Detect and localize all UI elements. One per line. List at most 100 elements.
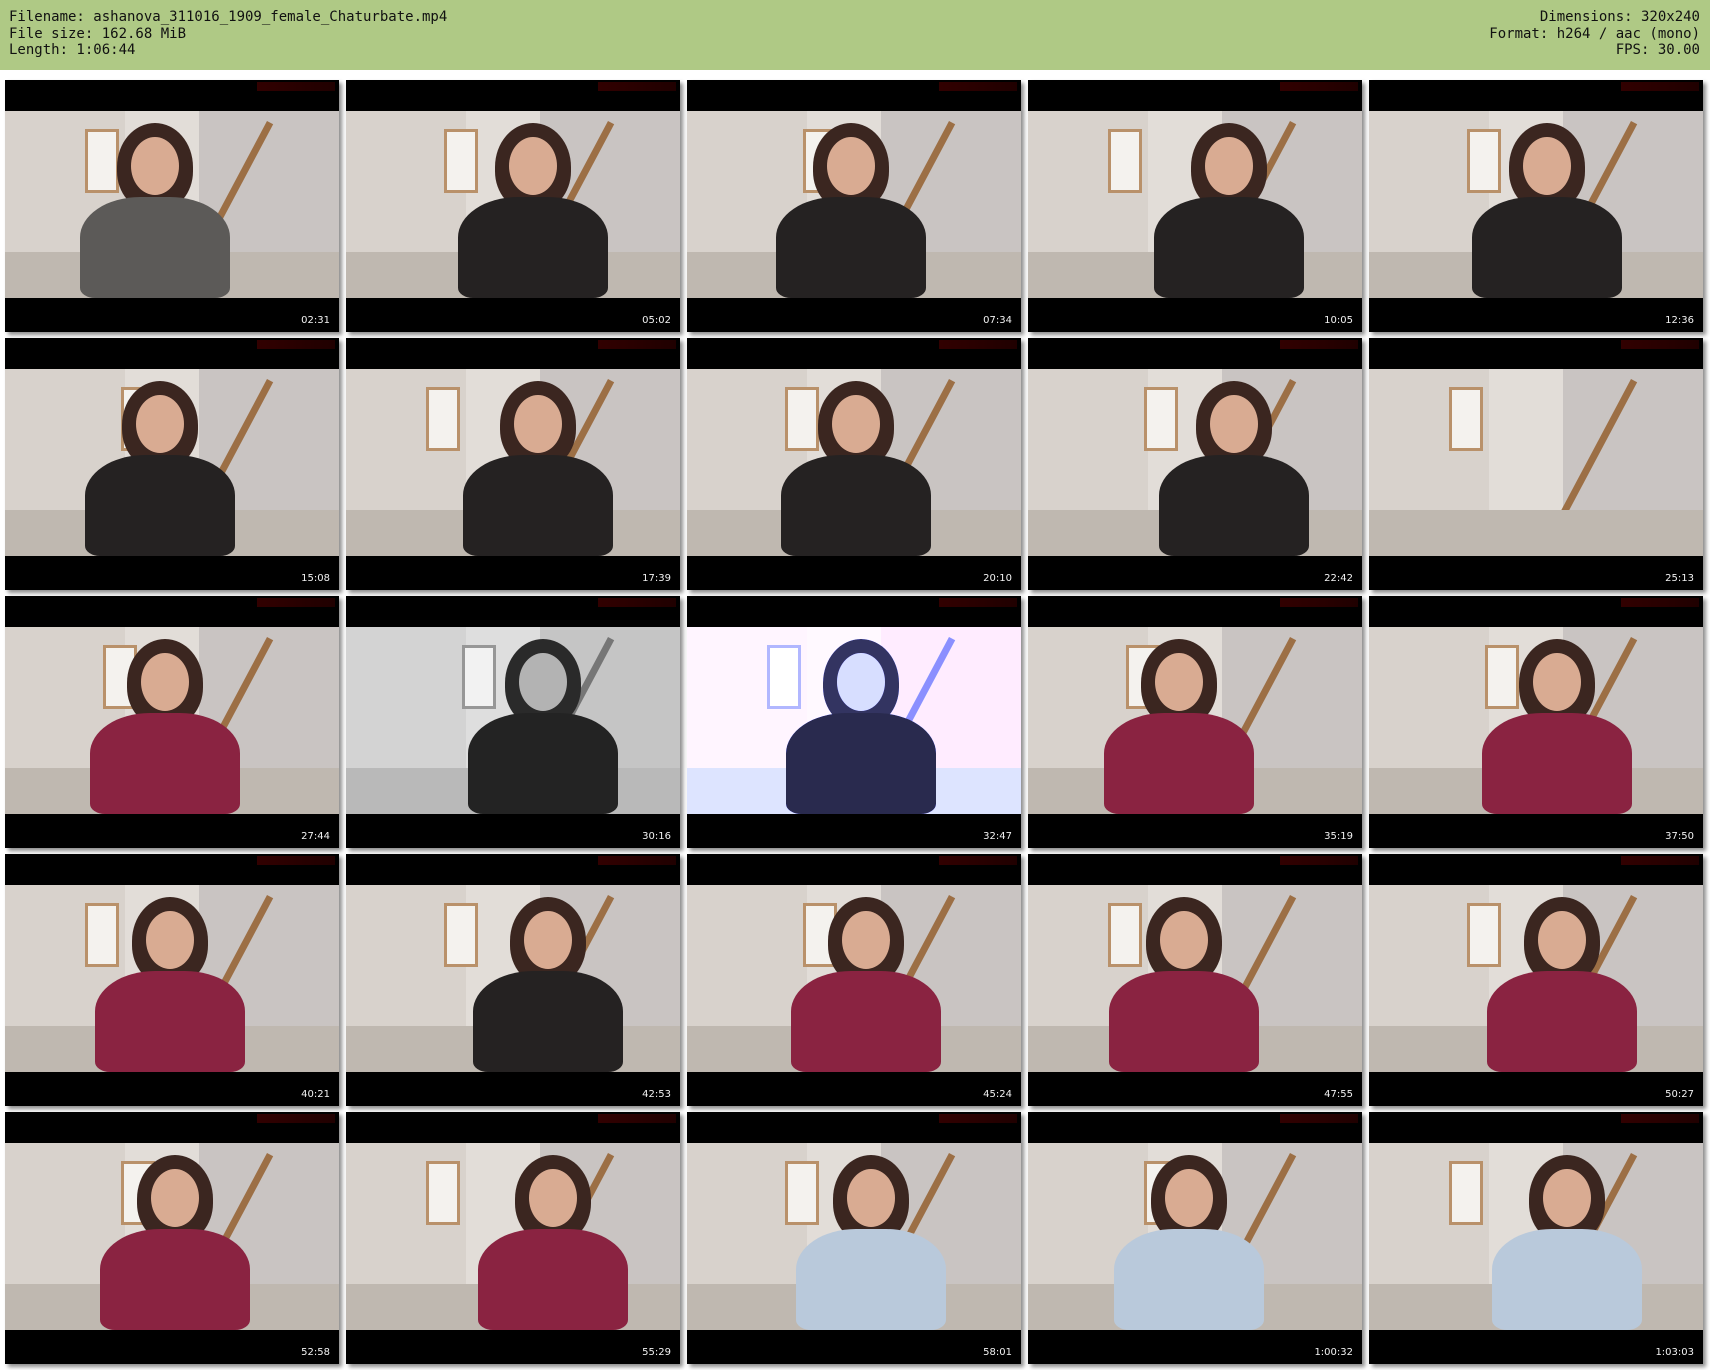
timestamp: 45:24 [983, 1089, 1012, 1100]
thumbnail[interactable]: 32:47 [687, 596, 1021, 848]
thumbnail[interactable]: 40:21 [5, 854, 339, 1106]
timestamp: 32:47 [983, 831, 1012, 842]
watermark [257, 340, 335, 349]
timestamp: 1:03:03 [1655, 1347, 1694, 1358]
filename-text: Filename: ashanova_311016_1909_female_Ch… [9, 9, 448, 25]
thumbnail[interactable]: 30:16 [346, 596, 680, 848]
length-text: Length: 1:06:44 [9, 42, 136, 58]
timestamp: 35:19 [1324, 831, 1353, 842]
timestamp: 20:10 [983, 573, 1012, 584]
watermark [939, 598, 1017, 607]
watermark [939, 1114, 1017, 1123]
video-frame [687, 627, 1021, 814]
thumbnail[interactable]: 50:27 [1369, 854, 1703, 1106]
video-frame [1369, 885, 1703, 1072]
thumbnail[interactable]: 25:13 [1369, 338, 1703, 590]
video-frame [5, 885, 339, 1072]
watermark [1280, 856, 1358, 865]
thumbnail[interactable]: 37:50 [1369, 596, 1703, 848]
format-text: Format: h264 / aac (mono) [1489, 25, 1700, 42]
watermark [1621, 340, 1699, 349]
thumbnail[interactable]: 22:42 [1028, 338, 1362, 590]
timestamp: 05:02 [642, 315, 671, 326]
video-frame [346, 1143, 680, 1330]
video-frame [5, 1143, 339, 1330]
watermark [598, 856, 676, 865]
video-frame [1028, 885, 1362, 1072]
thumbnail[interactable]: 17:39 [346, 338, 680, 590]
timestamp: 12:36 [1665, 315, 1694, 326]
video-frame [1028, 369, 1362, 556]
thumbnail[interactable]: 27:44 [5, 596, 339, 848]
video-frame [1369, 111, 1703, 298]
timestamp: 02:31 [301, 315, 330, 326]
thumbnail-grid: 02:31 05:02 07:34 10:05 12:36 15:08 17:39 20:10… [0, 78, 1710, 1370]
video-frame [5, 111, 339, 298]
dimensions-text: Dimensions: 320x240 [1539, 9, 1700, 25]
timestamp: 58:01 [983, 1347, 1012, 1358]
video-frame [346, 627, 680, 814]
watermark [939, 856, 1017, 865]
thumbnail[interactable]: 47:55 [1028, 854, 1362, 1106]
timestamp: 25:13 [1665, 573, 1694, 584]
watermark [598, 340, 676, 349]
timestamp: 07:34 [983, 315, 1012, 326]
video-frame [687, 111, 1021, 298]
video-frame [346, 369, 680, 556]
file-info: Filename: ashanova_311016_1909_female_Ch… [9, 9, 447, 59]
thumbnail[interactable]: 12:36 [1369, 80, 1703, 332]
watermark [1621, 82, 1699, 91]
timestamp: 37:50 [1665, 831, 1694, 842]
thumbnail[interactable]: 55:29 [346, 1112, 680, 1364]
thumbnail[interactable]: 20:10 [687, 338, 1021, 590]
thumbnail[interactable]: 1:00:32 [1028, 1112, 1362, 1364]
timestamp: 30:16 [642, 831, 671, 842]
video-frame [1028, 627, 1362, 814]
timestamp: 27:44 [301, 831, 330, 842]
video-frame [687, 369, 1021, 556]
timestamp: 52:58 [301, 1347, 330, 1358]
watermark [1621, 598, 1699, 607]
thumbnail[interactable]: 10:05 [1028, 80, 1362, 332]
video-frame [346, 885, 680, 1072]
timestamp: 50:27 [1665, 1089, 1694, 1100]
timestamp: 42:53 [642, 1089, 671, 1100]
timestamp: 47:55 [1324, 1089, 1353, 1100]
thumbnail[interactable]: 45:24 [687, 854, 1021, 1106]
timestamp: 17:39 [642, 573, 671, 584]
timestamp: 22:42 [1324, 573, 1353, 584]
thumbnail[interactable]: 42:53 [346, 854, 680, 1106]
video-frame [687, 1143, 1021, 1330]
watermark [598, 82, 676, 91]
video-frame [687, 885, 1021, 1072]
thumbnail[interactable]: 15:08 [5, 338, 339, 590]
video-frame [1028, 111, 1362, 298]
timestamp: 15:08 [301, 573, 330, 584]
thumbnail[interactable]: 52:58 [5, 1112, 339, 1364]
watermark [257, 1114, 335, 1123]
watermark [257, 856, 335, 865]
info-header: Filename: ashanova_311016_1909_female_Ch… [0, 0, 1710, 70]
thumbnail[interactable]: 35:19 [1028, 596, 1362, 848]
watermark [1280, 340, 1358, 349]
watermark [1621, 856, 1699, 865]
thumbnail[interactable]: 02:31 [5, 80, 339, 332]
timestamp: 1:00:32 [1314, 1347, 1353, 1358]
thumbnail[interactable]: 1:03:03 [1369, 1112, 1703, 1364]
timestamp: 40:21 [301, 1089, 330, 1100]
video-frame [1369, 627, 1703, 814]
video-frame [5, 369, 339, 556]
watermark [1280, 598, 1358, 607]
timestamp: 55:29 [642, 1347, 671, 1358]
thumbnail[interactable]: 07:34 [687, 80, 1021, 332]
video-frame [1369, 1143, 1703, 1330]
watermark [598, 598, 676, 607]
watermark [939, 82, 1017, 91]
watermark [1280, 1114, 1358, 1123]
thumbnail[interactable]: 05:02 [346, 80, 680, 332]
timestamp: 10:05 [1324, 315, 1353, 326]
video-frame [5, 627, 339, 814]
thumbnail[interactable]: 58:01 [687, 1112, 1021, 1364]
video-frame [1369, 369, 1703, 556]
filesize-text: File size: 162.68 MiB [9, 25, 187, 42]
